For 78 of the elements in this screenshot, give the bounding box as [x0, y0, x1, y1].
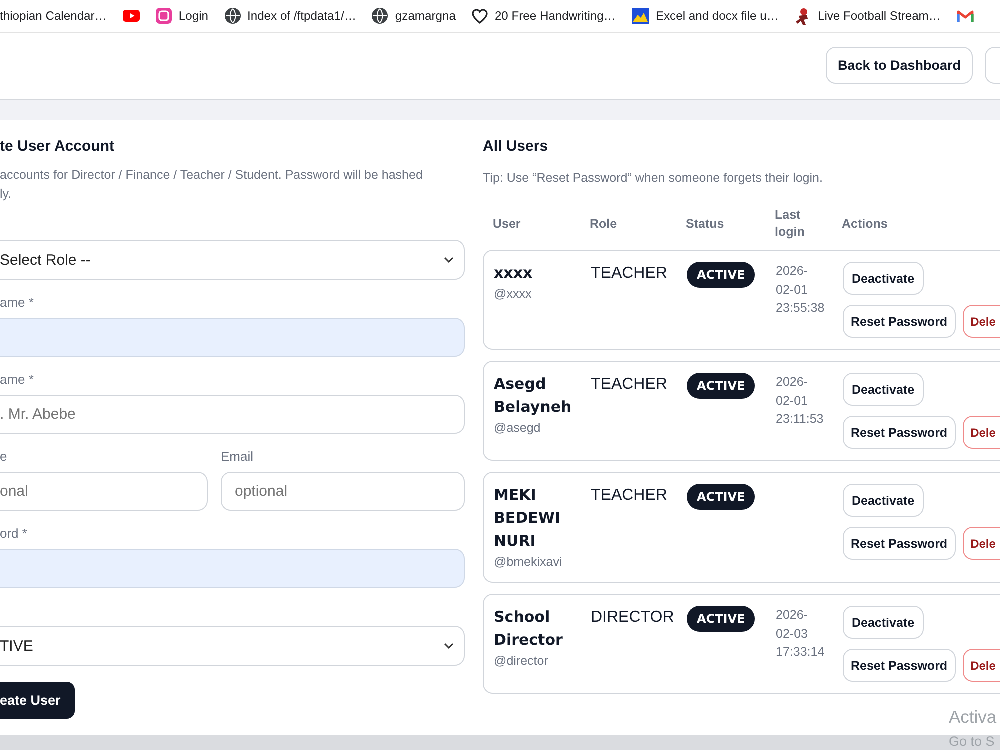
app-icon [156, 8, 172, 24]
back-to-dashboard-button[interactable]: Back to Dashboard [826, 47, 973, 84]
field-label: ame * [0, 295, 34, 311]
role-text: TEACHER [591, 264, 668, 284]
role-text: TEACHER [591, 375, 668, 395]
description-text: accounts for Director / Finance / Teacher / Student. Password will be hashed [0, 167, 423, 184]
field-label: Email [221, 449, 254, 465]
input-field[interactable]: . Mr. Abebe [0, 395, 465, 434]
reset-password-button[interactable]: Reset Password [843, 416, 956, 449]
status-badge: ACTIVE [687, 262, 756, 288]
deactivate-button[interactable]: Deactivate [843, 484, 924, 517]
horizontal-scrollbar[interactable] [0, 735, 1000, 750]
description-text: ly. [0, 186, 12, 203]
deactivate-button[interactable]: Deactivate [843, 373, 924, 406]
column-header: Last login [775, 207, 805, 241]
chevron-down-icon [444, 643, 454, 649]
column-header: User [493, 216, 521, 232]
tip-text: Tip: Use “Reset Password” when someone forgets their login. [483, 170, 823, 187]
user-name: School Director [494, 607, 564, 651]
header-button[interactable] [985, 47, 1000, 84]
section-title: All Users [483, 138, 548, 156]
last-login-text: 2026-02-03 17:33:14 [776, 607, 826, 661]
reset-password-button[interactable]: Reset Password [843, 527, 956, 560]
bookmark-link[interactable]: 20 Free Handwriting… [472, 8, 616, 24]
column-header: Status [686, 216, 724, 232]
delete-button[interactable]: Dele [962, 527, 1000, 560]
field-label: ord * [0, 526, 28, 542]
bookmark-link[interactable]: Excel and docx file u… [632, 8, 779, 24]
watermark-text: Activa [949, 706, 997, 729]
status-badge: ACTIVE [687, 484, 756, 510]
reset-password-button[interactable]: Reset Password [843, 305, 956, 338]
user-name: MEKI BEDEWI NURI [494, 485, 562, 552]
last-login-text: 2026-02-01 23:55:38 [776, 263, 826, 317]
field-label: ame * [0, 372, 34, 388]
role-text: TEACHER [591, 486, 668, 506]
select-field[interactable]: Select Role -- [0, 240, 465, 280]
delete-button[interactable]: Dele [962, 416, 1000, 449]
deactivate-button[interactable]: Deactivate [843, 262, 924, 295]
username-text: @xxxx [494, 286, 532, 303]
username-text: @bmekixavi [494, 554, 562, 571]
username-text: @director [494, 653, 548, 670]
play-icon [122, 10, 140, 22]
create-user-button[interactable]: eate User [0, 682, 75, 719]
bookmark-link[interactable]: gzamargna [372, 8, 456, 24]
chevron-down-icon [444, 257, 454, 263]
delete-button[interactable]: Dele [962, 649, 1000, 682]
status-badge: ACTIVE [687, 373, 756, 399]
delete-button[interactable]: Dele [962, 305, 1000, 338]
figure-icon [794, 8, 811, 24]
username-text: @asegd [494, 420, 541, 437]
field-label: e [0, 449, 8, 465]
section-title: te User Account [0, 138, 114, 156]
watermark-text: Go to S [949, 733, 995, 750]
globe-icon [372, 8, 388, 24]
deactivate-button[interactable]: Deactivate [843, 606, 924, 639]
bookmark-link[interactable]: Index of /ftpdata1/… [224, 8, 356, 24]
picture-icon [632, 8, 649, 24]
last-login-text: 2026-02-01 23:11:53 [776, 374, 825, 428]
mail-icon [956, 10, 974, 22]
bookmark-link[interactable]: Login [156, 8, 208, 24]
bookmark-link[interactable]: thiopian Calendar… [0, 9, 107, 23]
status-badge: ACTIVE [687, 606, 756, 632]
reset-password-button[interactable]: Reset Password [843, 649, 956, 682]
bookmark-link[interactable] [956, 10, 974, 22]
input-field[interactable]: optional [221, 472, 465, 511]
input-field[interactable] [0, 318, 465, 357]
column-header: Actions [842, 216, 888, 232]
bookmark-link[interactable] [122, 10, 140, 22]
input-field[interactable] [0, 549, 465, 588]
user-name: xxxx [494, 263, 533, 284]
input-field[interactable]: onal [0, 472, 208, 511]
heart-icon [472, 8, 488, 24]
select-field[interactable]: TIVE [0, 626, 465, 666]
column-header: Role [590, 216, 618, 232]
globe-icon [224, 8, 240, 24]
user-name: Asegd Belayneh [494, 374, 573, 418]
role-text: DIRECTOR [591, 608, 674, 628]
bookmark-link[interactable]: Live Football Stream… [794, 8, 941, 24]
